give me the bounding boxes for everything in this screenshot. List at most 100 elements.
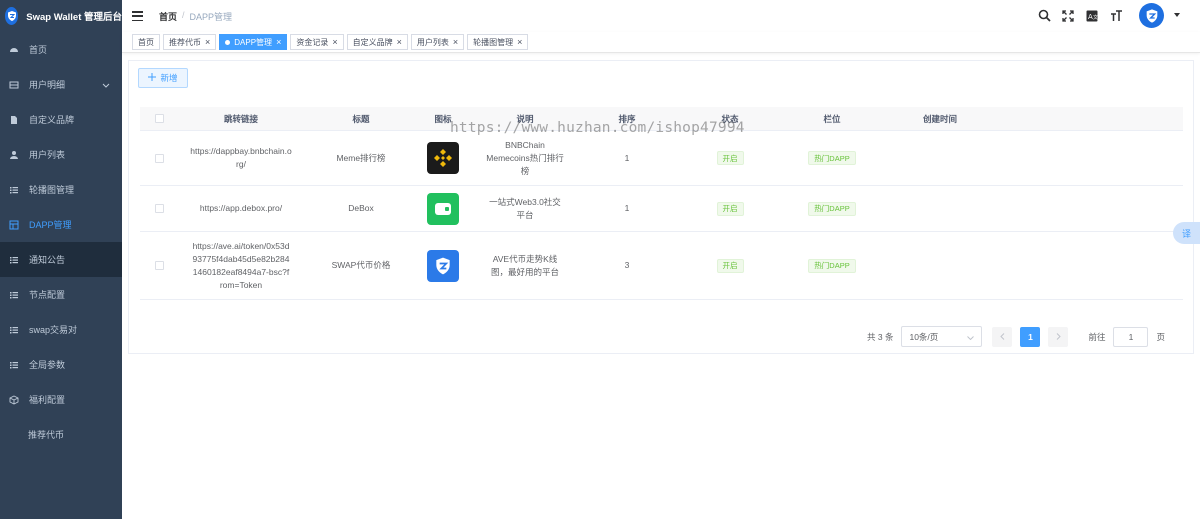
header-tools: A文 [1037,3,1180,28]
sidebar-item-custom-brand[interactable]: 自定义品牌 [0,102,122,137]
page-size-select[interactable]: 10条/页 [901,326,983,347]
page-suffix: 页 [1156,331,1165,342]
main-card: 新增 跳转链接 标题 图标 说明 排序 状态 栏位 创建时间 操作 https:… [128,60,1194,354]
hamburger-icon[interactable] [132,11,143,21]
tag-fund-records[interactable]: 资金记录 × [290,34,344,50]
sidebar-item-global-params[interactable]: 全局参数 [0,347,122,382]
tag-custom-brand[interactable]: 自定义品牌 × [346,34,408,50]
close-icon[interactable]: × [332,37,337,47]
tag-user-list[interactable]: 用户列表 × [410,34,465,50]
header-cell: 说明 [516,113,534,124]
position-cell: 热门DAPP [788,258,876,273]
table-row: https://ave.ai/token/0x53d93775f4dab45d5… [140,232,1183,300]
fullscreen-icon[interactable] [1061,9,1075,23]
sort-cell: 3 [624,260,630,270]
sidebar-item-dapp[interactable]: DAPP管理 [0,207,122,242]
sidebar-item-label: 通知公告 [29,255,66,265]
tag-label: 用户列表 [416,37,449,47]
table-row: https://dappbay.bnbchain.org/ Meme排行榜 BN… [140,131,1183,186]
avatar[interactable] [1139,3,1164,28]
status-cell: 开启 [672,201,788,216]
sidebar-item-user-list[interactable]: 用户列表 [0,137,122,172]
goto-label: 前往 [1088,331,1106,342]
language-icon[interactable]: A文 [1085,9,1099,23]
desc-cell: 一站式Web3.0社交平台 [489,196,561,220]
sidebar-item-label: 自定义品牌 [29,115,75,125]
header-cell: 排序 [618,113,636,124]
tag-label: 轮播图管理 [473,37,514,47]
sidebar-item-label: 节点配置 [29,290,66,300]
close-icon[interactable]: × [453,37,458,47]
header-cell: 标题 [352,113,370,124]
pagination: 共 3 条 10条/页 1 前往 1 页 [867,326,1165,347]
sidebar-item-carousel[interactable]: 轮播图管理 [0,172,122,207]
icon-cell [418,142,468,174]
sidebar-item-label: DAPP管理 [29,220,72,230]
close-icon[interactable]: × [517,37,522,47]
row-select [140,204,178,213]
table-icon [9,80,19,90]
sidebar-item-swap-pairs[interactable]: swap交易对 [0,312,122,347]
search-icon[interactable] [1037,9,1051,23]
page-number-button[interactable]: 1 [1020,326,1041,347]
title-cell: Meme排行榜 [336,152,386,163]
row-checkbox[interactable] [154,261,164,270]
bnb-chain-icon [427,142,459,174]
sidebar-item-user-details[interactable]: 用户明细 [0,67,122,102]
list-icon [9,325,19,335]
sort-cell: 1 [624,203,630,213]
row-checkbox[interactable] [154,204,164,213]
position-badge: 热门DAPP [808,201,856,216]
add-button[interactable]: 新增 [138,68,188,88]
row-checkbox[interactable] [154,153,164,163]
active-dot-icon [225,39,231,45]
status-badge: 开启 [716,151,744,165]
tag-home[interactable]: 首页 [132,34,160,50]
next-page-button[interactable] [1048,326,1069,347]
sidebar-item-label: 推荐代币 [28,430,65,440]
status-badge: 开启 [716,201,744,216]
header-cell: 创建时间 [922,113,957,124]
user-icon [9,150,19,160]
app-title: Swap Wallet 管理后台 [26,12,122,23]
font-size-icon[interactable] [1109,9,1123,23]
pagination-total: 共 3 条 [867,331,894,342]
prev-page-button[interactable] [992,326,1013,347]
list-icon [9,360,19,370]
translate-float-button[interactable]: 译 [1173,222,1200,244]
caret-down-icon[interactable] [1174,12,1180,19]
select-all-checkbox[interactable] [154,114,164,123]
close-icon[interactable]: × [397,37,402,47]
debox-icon [427,192,459,225]
sidebar-item-home[interactable]: 首页 [0,32,122,67]
sidebar-item-welfare[interactable]: 福利配置 [0,382,122,417]
actions-cell [1183,204,1200,213]
icon-cell [418,249,468,282]
breadcrumb-home[interactable]: 首页 [159,10,177,23]
sidebar-item-node-config[interactable]: 节点配置 [0,277,122,312]
tag-recommend-token[interactable]: 推荐代币 × [163,34,217,50]
goto-page-input[interactable]: 1 [1113,326,1149,347]
header-cell: 状态 [721,113,739,124]
close-icon[interactable]: × [276,37,281,47]
icon-cell [418,192,468,225]
header-cell: 图标 [434,113,452,124]
swap-shield-icon [427,249,459,282]
sidebar-item-label: 首页 [29,45,48,55]
tag-dapp[interactable]: DAPP管理 × [219,34,288,50]
sidebar-item-notice[interactable]: 通知公告 [0,242,122,277]
tag-label: 自定义品牌 [352,37,393,47]
status-cell: 开启 [672,151,788,165]
sidebar-logo[interactable]: Swap Wallet 管理后台 [0,0,122,32]
shield-logo-icon [5,7,19,25]
sidebar-item-label: swap交易对 [29,325,78,335]
sidebar-item-recommend-token[interactable]: 推荐代币 [0,417,122,452]
dashboard-icon [9,45,19,55]
breadcrumb-current: DAPP管理 [189,11,233,22]
close-icon[interactable]: × [205,37,210,47]
table-row: https://app.debox.pro/ DeBox 一站式Web3.0社交… [140,186,1183,232]
tag-carousel[interactable]: 轮播图管理 × [467,34,529,50]
link-cell: https://app.debox.pro/ [199,203,283,213]
desc-cell: BNBChain Memecoins热门排行榜 [486,139,564,176]
sidebar-item-label: 轮播图管理 [29,185,75,195]
